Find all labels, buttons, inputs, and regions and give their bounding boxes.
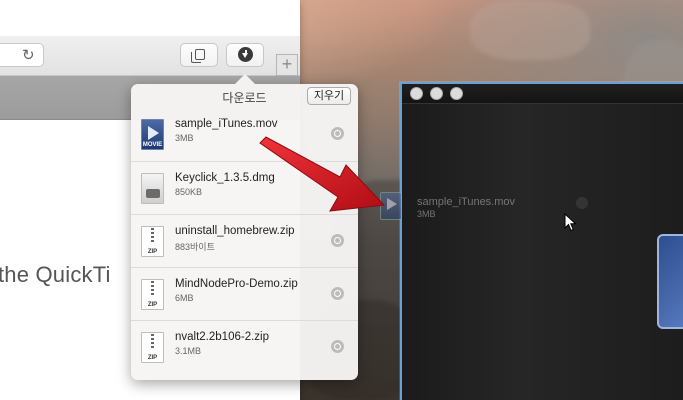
download-filesize: 850KB xyxy=(175,187,203,197)
quicktime-titlebar[interactable] xyxy=(402,84,683,104)
annotation-arrow-icon xyxy=(259,136,386,212)
reload-icon[interactable]: ↻ xyxy=(22,47,35,65)
download-item[interactable]: ZIP MindNodePro-Demo.zip 6MB xyxy=(131,267,358,320)
safari-toolbar: ↻ xyxy=(0,36,300,76)
downloads-popover: 다운로드 지우기 MOVIE sample_iTunes.mov 3MB Key… xyxy=(131,84,358,380)
mouse-cursor-icon xyxy=(564,213,577,232)
movie-file-icon: MOVIE xyxy=(141,119,164,150)
show-all-tabs-button[interactable] xyxy=(180,43,218,67)
download-item[interactable]: ZIP uninstall_homebrew.zip 883바이트 xyxy=(131,214,358,267)
dmg-file-icon xyxy=(141,173,164,204)
wallpaper-rock xyxy=(470,0,590,60)
new-tab-button[interactable]: + xyxy=(276,54,298,76)
zip-file-icon: ZIP xyxy=(141,226,164,257)
minimize-window-button[interactable] xyxy=(430,87,443,100)
downloads-button[interactable] xyxy=(226,43,264,67)
tabs-overview-icon xyxy=(191,49,205,63)
address-bar[interactable]: ↻ xyxy=(0,43,44,67)
quicktime-window[interactable] xyxy=(400,82,683,400)
download-filename: uninstall_homebrew.zip xyxy=(175,225,295,237)
zip-file-icon: ZIP xyxy=(141,279,164,310)
zoom-window-button[interactable] xyxy=(450,87,463,100)
download-filesize: 3MB xyxy=(175,133,194,143)
clear-downloads-button[interactable]: 지우기 xyxy=(307,87,351,105)
download-filesize: 6MB xyxy=(175,293,194,303)
popover-header: 다운로드 지우기 xyxy=(131,84,358,108)
zip-file-icon: ZIP xyxy=(141,332,164,363)
quicktime-artwork xyxy=(657,234,683,329)
drag-ghost-filesize: 3MB xyxy=(417,209,436,219)
download-filename: sample_iTunes.mov xyxy=(175,118,278,130)
download-filename: nvalt2.2b106-2.zip xyxy=(175,331,269,343)
download-item[interactable]: ZIP nvalt2.2b106-2.zip 3.1MB xyxy=(131,320,358,373)
download-filename: MindNodePro-Demo.zip xyxy=(175,278,298,290)
magnifier-icon xyxy=(576,197,588,209)
download-arrow-icon xyxy=(238,47,253,62)
show-in-finder-icon[interactable] xyxy=(331,340,344,353)
popover-arrow xyxy=(235,74,255,84)
download-filesize: 883바이트 xyxy=(175,242,215,252)
show-in-finder-icon[interactable] xyxy=(331,287,344,300)
page-heading-fragment: the QuickTi xyxy=(0,262,111,287)
show-in-finder-icon[interactable] xyxy=(331,234,344,247)
download-filesize: 3.1MB xyxy=(175,346,202,356)
close-window-button[interactable] xyxy=(410,87,423,100)
drag-ghost-filename: sample_iTunes.mov xyxy=(417,196,516,208)
